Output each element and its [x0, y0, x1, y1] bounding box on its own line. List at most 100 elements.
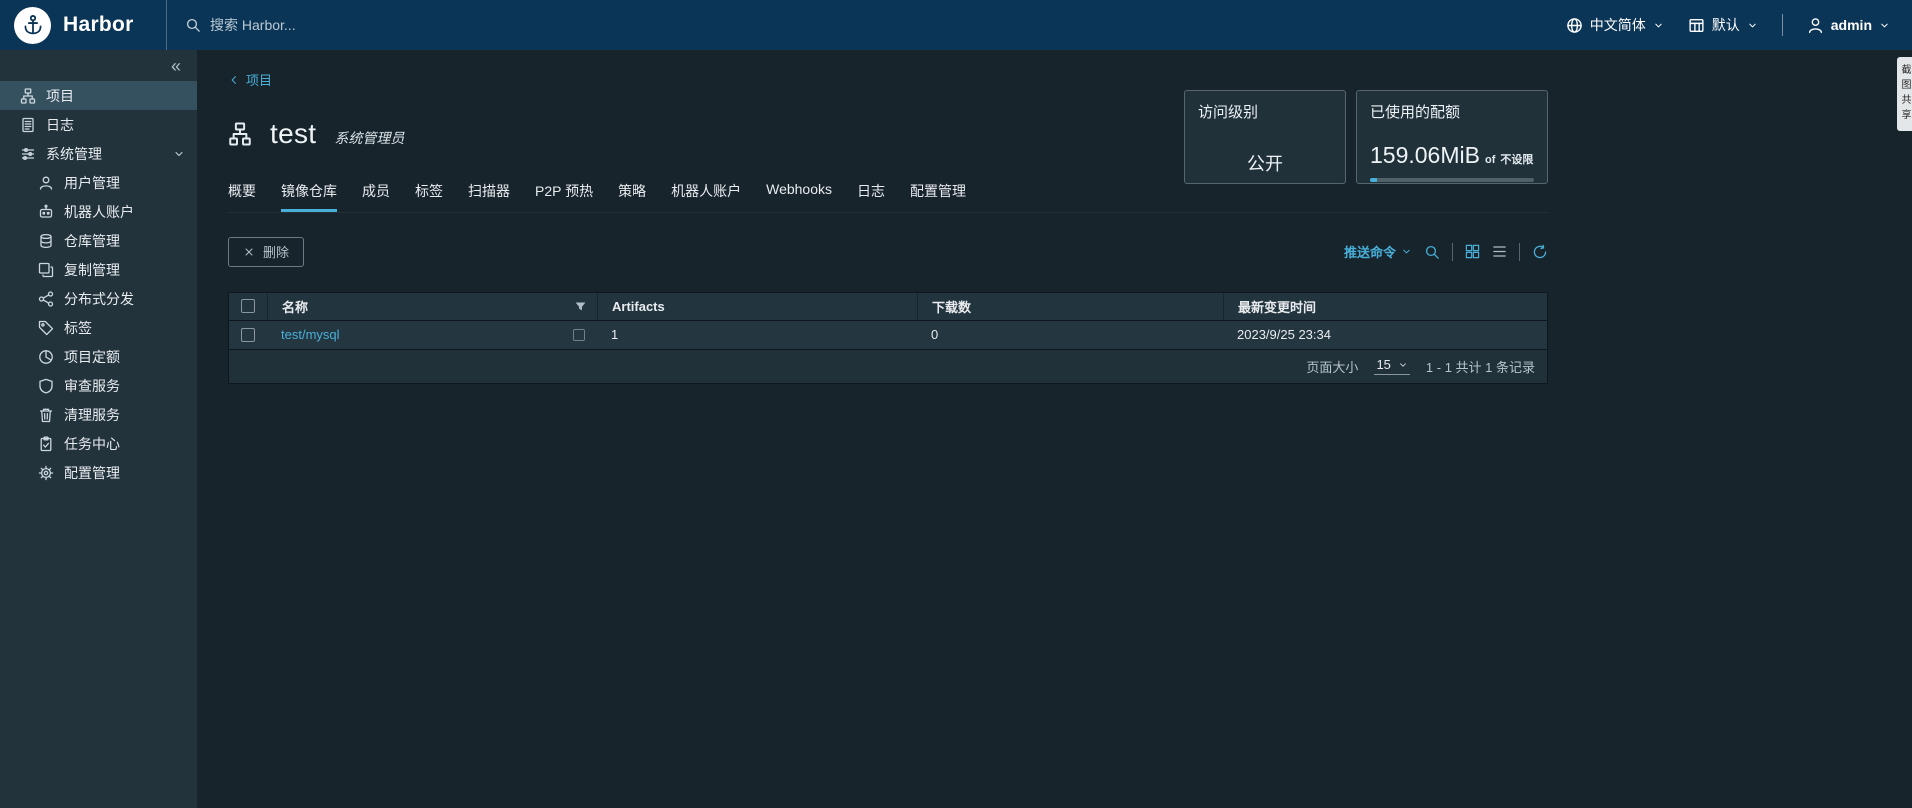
user-menu[interactable]: admin [1807, 17, 1890, 34]
column-header-artifacts[interactable]: Artifacts [612, 299, 665, 314]
sidebar-collapse-row: « [0, 54, 197, 81]
repositories-table: 名称 Artifacts 下载数 最新变更时间 test/mysql 1 0 2 [228, 291, 1548, 384]
sidebar-item-label: 分布式分发 [64, 290, 134, 307]
tab-policy[interactable]: 策略 [618, 181, 646, 212]
sidebar-item-registries[interactable]: 仓库管理 [0, 226, 197, 255]
sidebar-item-system-management[interactable]: 系统管理 [0, 139, 197, 168]
sidebar-item-label: 日志 [46, 116, 74, 133]
logs-icon [20, 117, 36, 133]
caret-left-icon [228, 74, 240, 86]
sidebar-item-configuration[interactable]: 配置管理 [0, 458, 197, 487]
toolbar-divider [1519, 242, 1520, 261]
quota-icon [38, 349, 54, 365]
sidebar-item-label: 清理服务 [64, 406, 120, 423]
sidebar-item-interrogation-services[interactable]: 审查服务 [0, 371, 197, 400]
collapse-sidebar-icon[interactable]: « [171, 57, 181, 75]
quota-progress-fill [1370, 178, 1377, 182]
list-view-icon[interactable] [1492, 244, 1507, 259]
column-header-pulls[interactable]: 下载数 [932, 297, 971, 316]
top-header: Harbor 中文简体 默认 admin [0, 0, 1912, 50]
push-command-label: 推送命令 [1343, 245, 1396, 260]
access-level-value: 公开 [1247, 154, 1283, 174]
chevron-down-icon [1653, 20, 1664, 31]
chevron-down-icon[interactable] [173, 148, 185, 160]
search-input[interactable] [210, 17, 550, 33]
search-icon[interactable] [1424, 244, 1440, 260]
sidebar-item-robot-accounts[interactable]: 机器人账户 [0, 197, 197, 226]
row-secondary-checkbox[interactable] [573, 328, 585, 341]
main-content: 项目 test 系统管理员 概要 镜像仓库 成员 标签 扫描器 P2P 预热 策… [197, 50, 1912, 808]
label-icon [38, 320, 54, 336]
theme-label: 默认 [1711, 17, 1740, 33]
tab-scanner[interactable]: 扫描器 [468, 181, 510, 212]
repository-link[interactable]: test/mysql [281, 327, 340, 342]
sidebar-item-label: 审查服务 [64, 377, 120, 394]
robot-icon [38, 204, 54, 220]
tab-configuration[interactable]: 配置管理 [910, 181, 966, 212]
card-view-icon[interactable] [1465, 244, 1480, 259]
page-size-select[interactable]: 15 [1374, 357, 1410, 375]
sidebar-item-label: 机器人账户 [64, 203, 134, 220]
sidebar-item-label: 任务中心 [64, 435, 120, 452]
table-footer: 页面大小 15 1 - 1 共计 1 条记录 [229, 349, 1547, 383]
user-icon [1807, 17, 1824, 34]
tab-p2p-preheat[interactable]: P2P 预热 [535, 181, 593, 212]
sidebar-item-replications[interactable]: 复制管理 [0, 255, 197, 284]
language-menu[interactable]: 中文简体 [1566, 15, 1664, 35]
sidebar-item-project-quotas[interactable]: 项目定额 [0, 342, 197, 371]
row-checkbox[interactable] [241, 327, 255, 342]
chevron-down-icon [1747, 20, 1758, 31]
toolbar-right-group: 推送命令 [1344, 242, 1548, 261]
breadcrumb[interactable]: 项目 [228, 70, 272, 89]
system-admin-icon [20, 146, 36, 162]
delete-button[interactable]: 删除 [228, 236, 305, 267]
search-icon [185, 17, 201, 33]
quota-card-title: 已使用的配额 [1370, 104, 1461, 121]
sidebar-item-garbage-collection[interactable]: 清理服务 [0, 400, 197, 429]
page-size-value: 15 [1376, 357, 1391, 372]
toolbar-divider [1452, 242, 1453, 261]
sidebar-item-distributions[interactable]: 分布式分发 [0, 284, 197, 313]
brand-name: Harbor [63, 13, 134, 36]
language-label: 中文简体 [1589, 17, 1646, 33]
sidebar-item-label: 系统管理 [46, 145, 102, 162]
last-modified-time: 2023/9/25 23:34 [1237, 327, 1331, 342]
browser-extension-side-tab[interactable]: 截图共享 [1897, 57, 1912, 131]
sidebar-item-labels[interactable]: 标签 [0, 313, 197, 342]
tasks-icon [38, 436, 54, 452]
pulls-count: 0 [931, 327, 939, 342]
tab-members[interactable]: 成员 [362, 181, 390, 212]
sidebar-item-logs[interactable]: 日志 [0, 110, 197, 139]
sidebar-item-label: 复制管理 [64, 261, 120, 278]
table-header-row: 名称 Artifacts 下载数 最新变更时间 [229, 292, 1547, 321]
column-header-updated[interactable]: 最新变更时间 [1238, 297, 1316, 316]
quota-limit-value: 不设限 [1500, 154, 1534, 166]
tab-logs[interactable]: 日志 [857, 181, 885, 212]
refresh-icon[interactable] [1532, 244, 1548, 260]
shield-icon [38, 378, 54, 394]
tab-summary[interactable]: 概要 [228, 181, 256, 212]
tab-robot-accounts[interactable]: 机器人账户 [671, 181, 741, 212]
harbor-brand[interactable]: Harbor [0, 6, 166, 44]
filter-icon[interactable] [574, 300, 587, 313]
sidebar-item-user-management[interactable]: 用户管理 [0, 168, 197, 197]
column-header-name[interactable]: 名称 [282, 297, 308, 316]
sidebar-item-job-center[interactable]: 任务中心 [0, 429, 197, 458]
push-command-button[interactable]: 推送命令 [1344, 242, 1412, 261]
sidebar-item-label: 项目 [46, 87, 74, 104]
harbor-logo-icon [14, 6, 51, 44]
tab-repositories[interactable]: 镜像仓库 [281, 181, 337, 212]
page-size-label: 页面大小 [1306, 359, 1359, 375]
theme-menu[interactable]: 默认 [1688, 15, 1758, 35]
header-actions: 中文简体 默认 admin [1566, 14, 1912, 36]
tab-labels[interactable]: 标签 [415, 181, 443, 212]
global-search [166, 0, 1566, 50]
pagination-summary: 1 - 1 共计 1 条记录 [1425, 359, 1535, 375]
select-all-checkbox[interactable] [241, 299, 255, 313]
sidebar-item-projects[interactable]: 项目 [0, 81, 197, 110]
chevron-down-icon [1879, 20, 1890, 31]
sidebar: « 项目 日志 系统管理 用户管理 机器人账户 仓库管理 复制管理 分布式分发 … [0, 50, 197, 808]
page-title: test [270, 117, 317, 149]
tab-webhooks[interactable]: Webhooks [766, 181, 832, 212]
users-icon [38, 175, 54, 191]
